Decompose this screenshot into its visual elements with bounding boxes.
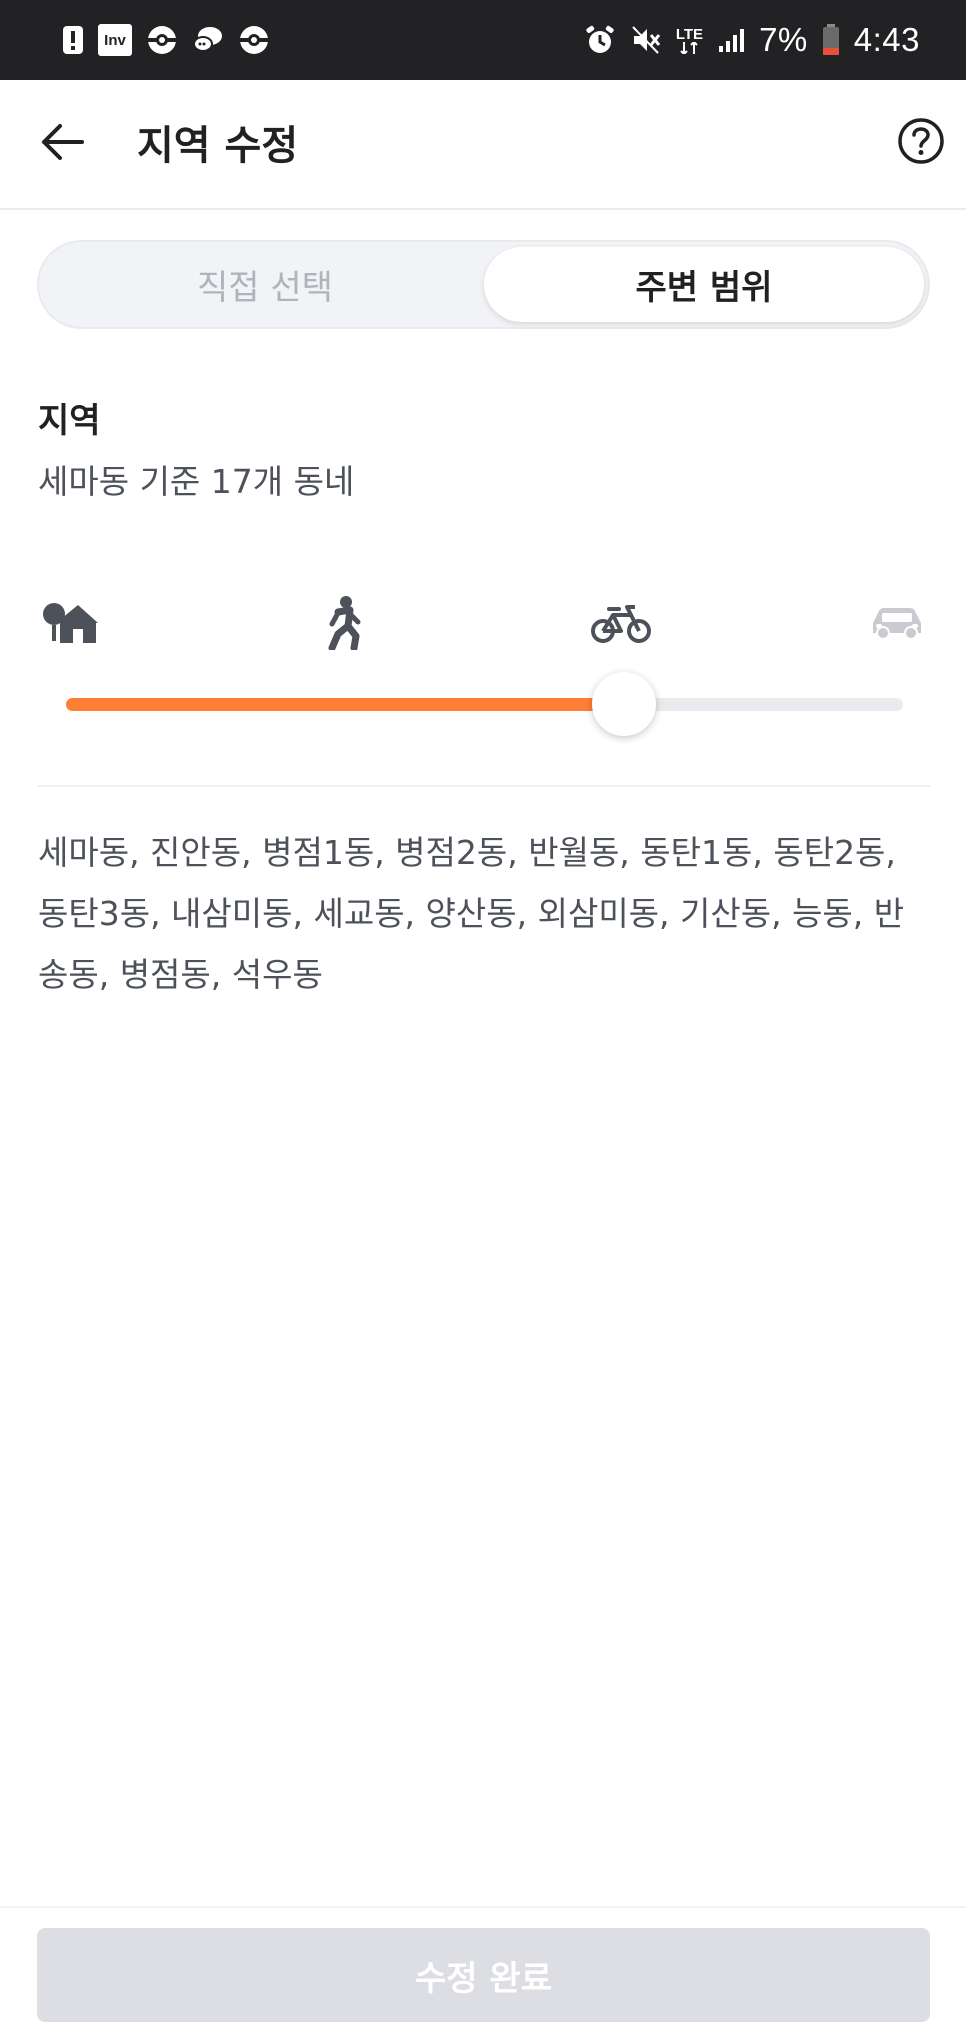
alarm-icon [584, 24, 616, 56]
lte-icon: LTE [676, 27, 703, 54]
back-button[interactable] [38, 118, 86, 166]
status-bar-system: LTE 7% 4:43 [584, 21, 920, 59]
region-summary: 세마동 기준 17개 동네 [38, 462, 355, 501]
mute-icon [630, 24, 662, 56]
range-slider-thumb[interactable] [592, 672, 657, 736]
help-button[interactable] [896, 116, 946, 166]
region-label: 지역 [38, 401, 101, 441]
range-slider-track[interactable] [66, 672, 903, 736]
page-title: 지역 수정 [137, 123, 299, 169]
region-mode-tabs: 직접 선택 주변 범위 [37, 240, 930, 329]
bike-icon[interactable] [590, 595, 652, 651]
alert-icon [62, 25, 84, 55]
battery-icon [822, 24, 840, 56]
back-arrow-icon [42, 124, 84, 160]
help-circle-icon [898, 118, 944, 164]
status-bar: Inv LTE 7% 4:43 [0, 0, 966, 80]
section-divider [38, 785, 930, 787]
home-icon[interactable] [40, 595, 102, 651]
neighborhood-list: 세마동, 진안동, 병점1동, 병점2동, 반월동, 동탄1동, 동탄2동, 동… [38, 833, 905, 994]
inv-icon: Inv [98, 24, 132, 56]
tab-nearby-range[interactable]: 주변 범위 [484, 247, 924, 322]
network-label: LTE [675, 25, 704, 43]
submit-button[interactable]: 수정 완료 [37, 1928, 930, 2022]
app-header: 지역 수정 [0, 80, 966, 210]
pokeball-icon [238, 24, 270, 56]
chat-icon [192, 24, 224, 56]
range-slider-fill [66, 698, 625, 711]
pokeball-icon [146, 24, 178, 56]
battery-percent: 7% [759, 21, 808, 58]
tab-direct-select[interactable]: 직접 선택 [45, 247, 485, 322]
walk-icon[interactable] [322, 595, 366, 651]
clock: 4:43 [853, 21, 920, 58]
app-screen: Inv LTE 7% 4:43 지역 수정 직접 선택 주변 범위 지역 세마동… [0, 0, 966, 2039]
signal-icon [717, 26, 745, 54]
inv-label: Inv [104, 31, 126, 49]
bottom-divider [0, 1906, 966, 1908]
car-icon[interactable] [868, 595, 926, 651]
status-bar-notifications: Inv [62, 24, 270, 56]
